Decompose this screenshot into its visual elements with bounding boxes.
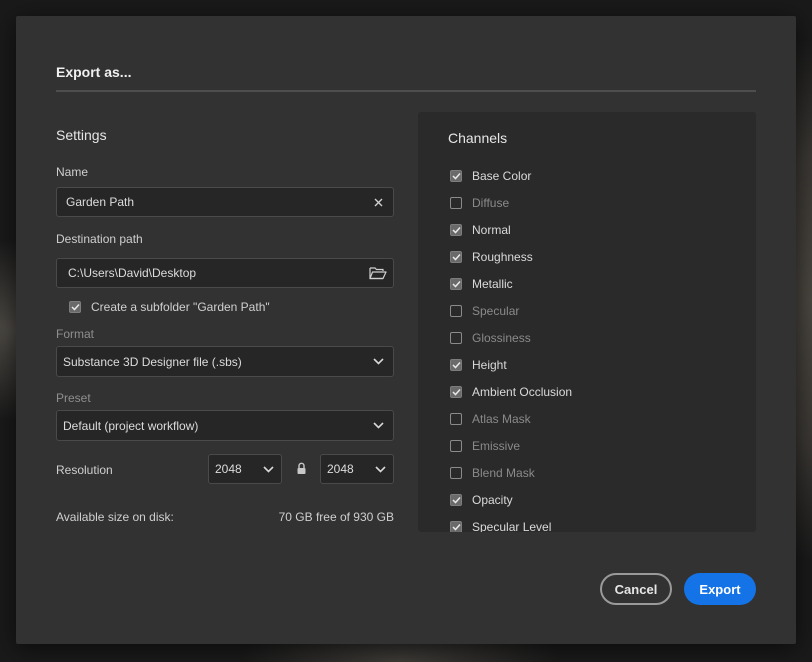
checkmark-icon	[451, 496, 461, 504]
channel-item[interactable]: Specular	[450, 297, 572, 324]
channel-label: Atlas Mask	[472, 411, 531, 426]
lock-icon[interactable]	[296, 462, 308, 476]
disk-size-value: 70 GB free of 930 GB	[278, 510, 394, 524]
title-divider	[56, 90, 756, 92]
chevron-down-icon	[363, 358, 393, 365]
checkmark-icon	[451, 172, 461, 180]
preset-label: Preset	[56, 391, 91, 405]
channel-label: Glossiness	[472, 330, 531, 345]
disk-size-label: Available size on disk:	[56, 510, 174, 524]
channel-item[interactable]: Specular Level	[450, 513, 572, 532]
channel-item[interactable]: Base Color	[450, 162, 572, 189]
channel-label: Roughness	[472, 249, 533, 264]
destination-path-value: C:\Users\David\Desktop	[68, 266, 197, 280]
channel-item[interactable]: Emissive	[450, 432, 572, 459]
channel-item[interactable]: Opacity	[450, 486, 572, 513]
channel-checkbox[interactable]	[450, 466, 462, 479]
channels-panel: Channels Base Color Diffuse Normal Roughnes…	[418, 112, 756, 532]
channel-label: Height	[472, 357, 507, 372]
resolution-height-value: 2048	[327, 462, 354, 476]
channel-checkbox[interactable]	[450, 277, 462, 290]
subfolder-checkbox[interactable]	[69, 301, 81, 313]
folder-open-icon[interactable]	[363, 266, 393, 280]
preset-select-value: Default (project workflow)	[63, 418, 199, 433]
channel-checkbox[interactable]	[450, 493, 462, 506]
channel-label: Opacity	[472, 492, 513, 507]
destination-path-input[interactable]: C:\Users\David\Desktop	[56, 258, 394, 288]
channel-checkbox[interactable]	[450, 250, 462, 263]
subfolder-option[interactable]: Create a subfolder "Garden Path"	[69, 300, 270, 314]
channels-heading: Channels	[448, 130, 508, 146]
checkmark-icon	[451, 361, 461, 369]
chevron-down-icon	[363, 422, 393, 429]
channel-label: Normal	[472, 222, 511, 237]
preset-select[interactable]: Default (project workflow)	[56, 410, 394, 441]
checkmark-icon	[451, 226, 461, 234]
export-button[interactable]: Export	[684, 573, 756, 605]
name-input-value: Garden Path	[66, 195, 135, 209]
checkmark-icon	[451, 253, 461, 261]
checkmark-icon	[451, 280, 461, 288]
subfolder-label: Create a subfolder "Garden Path"	[91, 300, 270, 314]
channel-checkbox[interactable]	[450, 412, 462, 425]
dialog-title: Export as...	[56, 64, 132, 80]
channel-item[interactable]: Atlas Mask	[450, 405, 572, 432]
channel-item[interactable]: Glossiness	[450, 324, 572, 351]
destination-label: Destination path	[56, 232, 143, 246]
channel-item[interactable]: Normal	[450, 216, 572, 243]
settings-heading: Settings	[56, 127, 107, 143]
chevron-down-icon	[367, 465, 393, 473]
name-label: Name	[56, 165, 89, 179]
channel-item[interactable]: Blend Mask	[450, 459, 572, 486]
channel-item[interactable]: Metallic	[450, 270, 572, 297]
channel-list: Base Color Diffuse Normal Roughness Metallic…	[450, 162, 572, 532]
channel-label: Metallic	[472, 276, 513, 291]
resolution-width-select[interactable]: 2048	[208, 454, 282, 484]
cancel-button[interactable]: Cancel	[600, 573, 672, 605]
channel-checkbox[interactable]	[450, 304, 462, 317]
channel-checkbox[interactable]	[450, 169, 462, 182]
channel-checkbox[interactable]	[450, 520, 462, 532]
checkmark-icon	[451, 523, 461, 531]
channel-item[interactable]: Diffuse	[450, 189, 572, 216]
channel-label: Base Color	[472, 168, 532, 183]
format-label: Format	[56, 327, 95, 341]
checkmark-icon	[70, 303, 80, 311]
channel-label: Diffuse	[472, 195, 510, 210]
chevron-down-icon	[255, 465, 281, 473]
channel-checkbox[interactable]	[450, 358, 462, 371]
channel-label: Emissive	[472, 438, 521, 453]
resolution-width-value: 2048	[215, 462, 242, 476]
channel-item[interactable]: Height	[450, 351, 572, 378]
channel-checkbox[interactable]	[450, 331, 462, 344]
resolution-label: Resolution	[56, 463, 113, 477]
channel-checkbox[interactable]	[450, 223, 462, 236]
close-icon[interactable]	[363, 198, 393, 207]
channel-checkbox[interactable]	[450, 196, 462, 209]
channel-item[interactable]: Roughness	[450, 243, 572, 270]
channel-label: Blend Mask	[472, 465, 535, 480]
channel-label: Ambient Occlusion	[472, 384, 573, 399]
channel-checkbox[interactable]	[450, 439, 462, 452]
channel-label: Specular	[472, 303, 520, 318]
channel-checkbox[interactable]	[450, 385, 462, 398]
checkmark-icon	[451, 388, 461, 396]
format-select[interactable]: Substance 3D Designer file (.sbs)	[56, 346, 394, 377]
format-select-value: Substance 3D Designer file (.sbs)	[63, 354, 242, 369]
channel-item[interactable]: Ambient Occlusion	[450, 378, 572, 405]
export-dialog: Export as... Settings Name Garden Path D…	[16, 16, 796, 644]
channel-label: Specular Level	[472, 519, 552, 533]
resolution-height-select[interactable]: 2048	[320, 454, 394, 484]
name-input[interactable]: Garden Path	[56, 187, 394, 217]
